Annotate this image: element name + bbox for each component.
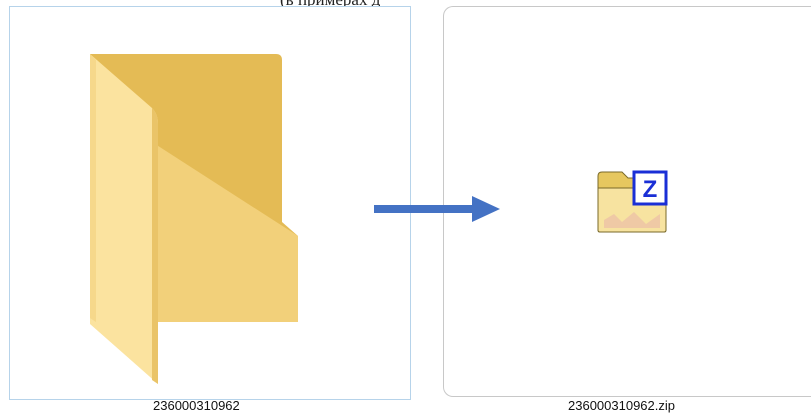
folder-name-label: 236000310962 [153,398,240,413]
zip-file-name-label: 236000310962.zip [568,398,675,413]
arrow-right-icon [374,196,500,222]
folder-icon[interactable] [78,54,308,384]
zip-archive-icon[interactable]: Z [594,170,670,236]
zip-badge-letter: Z [643,176,658,203]
